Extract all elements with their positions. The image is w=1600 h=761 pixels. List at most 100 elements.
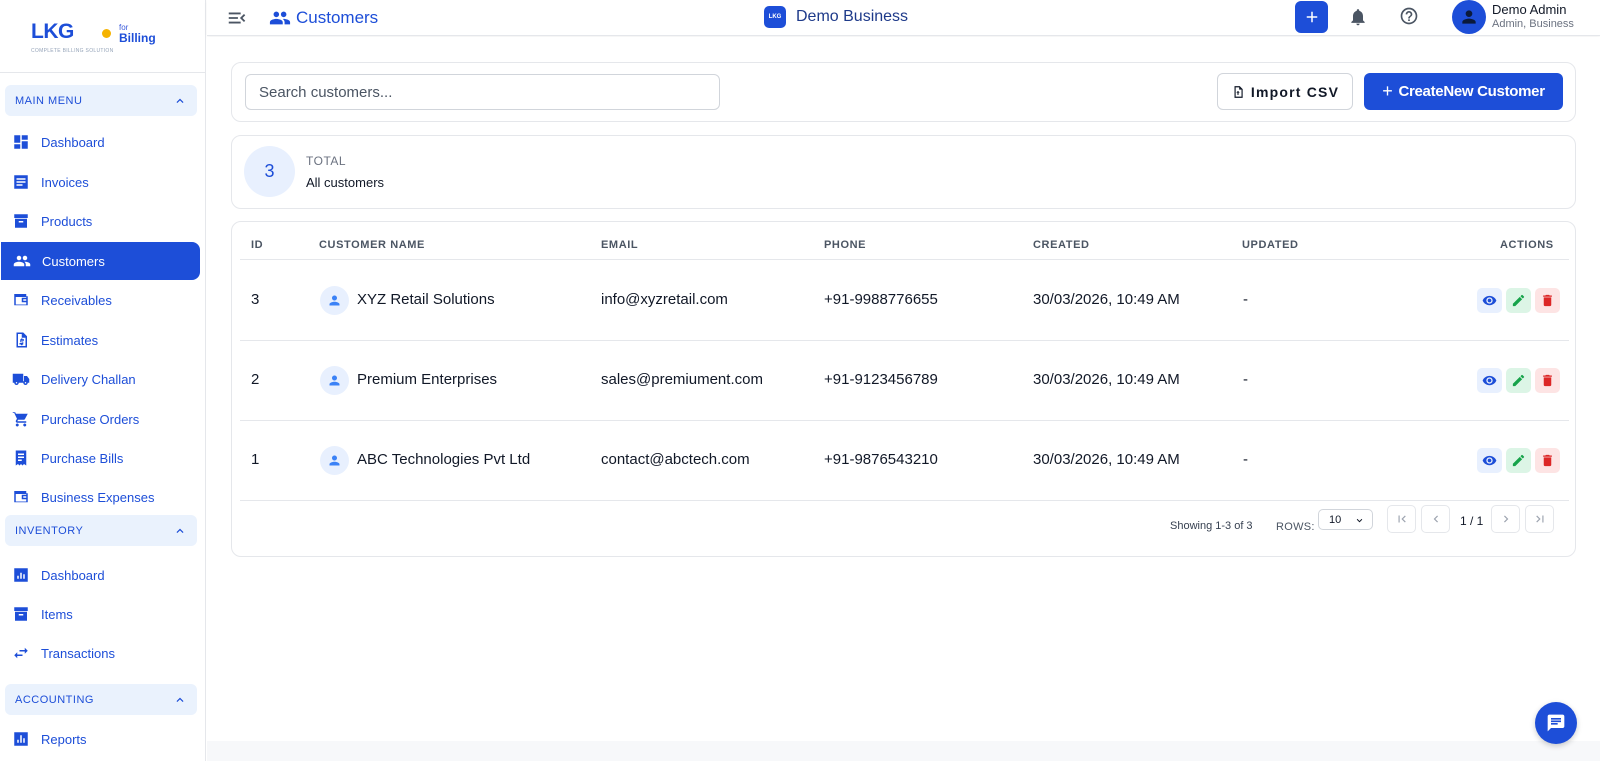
column-header-created[interactable]: CREATED <box>1033 239 1090 251</box>
sidebar-item-label: Transactions <box>41 645 115 661</box>
first-page-button[interactable] <box>1387 505 1416 533</box>
sidebar-item-label: Reports <box>41 731 87 747</box>
page-title: Customers <box>269 7 378 29</box>
sidebar-item-transactions[interactable]: Transactions <box>0 634 200 672</box>
person-icon <box>329 455 340 466</box>
bar-chart-icon <box>14 732 28 746</box>
cell-phone: +91-9123456789 <box>824 371 938 388</box>
brand-logo[interactable]: LKG for Billing COMPLETE BILLING SOLUTIO… <box>0 0 205 73</box>
person-icon <box>1462 10 1476 24</box>
import-csv-label: Import CSV <box>1250 83 1340 100</box>
wallet-icon <box>14 491 28 503</box>
chevron-right-icon <box>1503 515 1508 523</box>
customers-toolbar: Import CSV + CreateNew Customer <box>231 62 1576 122</box>
sidebar-item-customers[interactable]: Customers <box>1 242 200 280</box>
column-header-name[interactable]: CUSTOMER NAME <box>319 239 425 251</box>
cell-updated: - <box>1243 451 1248 468</box>
view-button[interactable] <box>1477 288 1502 313</box>
menu-toggle-icon[interactable] <box>226 7 248 29</box>
business-selector[interactable]: LKG Demo Business <box>764 6 908 28</box>
edit-button[interactable] <box>1506 368 1531 393</box>
edit-button[interactable] <box>1506 448 1531 473</box>
page-indicator: 1 / 1 <box>1460 514 1484 528</box>
chevron-left-icon <box>1433 515 1438 523</box>
section-main-menu[interactable]: MAIN MENU <box>5 85 197 116</box>
chat-button[interactable] <box>1535 702 1577 744</box>
sidebar-item-inventory-dashboard[interactable]: Dashboard <box>0 556 200 594</box>
table-row[interactable]: 3 XYZ Retail Solutions info@xyzretail.co… <box>240 260 1569 341</box>
page-title-text: Customers <box>296 8 379 27</box>
bell-icon[interactable] <box>1348 7 1368 27</box>
eye-icon <box>1482 455 1497 466</box>
section-title: MAIN MENU <box>15 94 83 107</box>
import-csv-button[interactable]: Import CSV <box>1217 73 1353 110</box>
section-accounting[interactable]: ACCOUNTING <box>5 684 197 715</box>
cell-id: 2 <box>251 371 260 388</box>
logo-text: LKG <box>31 20 74 43</box>
rows-per-page-select[interactable]: 10 <box>1318 509 1373 530</box>
sidebar-item-invoices[interactable]: Invoices <box>0 163 200 201</box>
sidebar-item-items[interactable]: Items <box>0 595 200 633</box>
delete-button[interactable] <box>1535 448 1560 473</box>
cell-customer-name: XYZ Retail Solutions <box>357 291 495 308</box>
logo-dot <box>102 29 111 38</box>
last-page-button[interactable] <box>1525 505 1554 533</box>
column-header-id[interactable]: ID <box>251 239 263 251</box>
create-customer-label: CreateNew Customer <box>1398 83 1545 100</box>
edit-button[interactable] <box>1506 288 1531 313</box>
swap-icon <box>14 647 28 659</box>
create-customer-button[interactable]: + CreateNew Customer <box>1364 73 1563 110</box>
truck-icon <box>12 373 30 385</box>
column-header-email[interactable]: EMAIL <box>601 239 638 251</box>
trash-icon <box>1543 374 1552 387</box>
sidebar-item-label: Business Expenses <box>41 489 155 505</box>
cell-customer-name: ABC Technologies Pvt Ltd <box>357 451 531 468</box>
user-name[interactable]: Demo Admin <box>1492 2 1566 17</box>
customer-avatar <box>320 446 349 475</box>
section-title: INVENTORY <box>15 524 84 537</box>
logo-billing-text: Billing <box>119 31 156 45</box>
quick-add-button[interactable] <box>1295 1 1328 33</box>
sidebar-item-label: Items <box>41 606 73 622</box>
previous-page-button[interactable] <box>1421 505 1450 533</box>
view-button[interactable] <box>1477 448 1502 473</box>
section-inventory[interactable]: INVENTORY <box>5 515 197 546</box>
delete-button[interactable] <box>1535 368 1560 393</box>
next-page-button[interactable] <box>1491 505 1520 533</box>
table-row[interactable]: 1 ABC Technologies Pvt Ltd contact@abcte… <box>240 420 1569 501</box>
customer-avatar <box>320 286 349 315</box>
sidebar-item-receivables[interactable]: Receivables <box>0 281 200 319</box>
person-icon <box>329 295 340 306</box>
rows-per-page-value: 10 <box>1329 513 1342 526</box>
sidebar-item-purchase-orders[interactable]: Purchase Orders <box>0 400 200 438</box>
table-row[interactable]: 2 Premium Enterprises sales@premiument.c… <box>240 340 1569 421</box>
sidebar-item-label: Estimates <box>41 332 99 348</box>
user-avatar[interactable] <box>1452 0 1486 34</box>
customer-avatar <box>320 366 349 395</box>
eye-icon <box>1482 375 1497 386</box>
sidebar-item-reports[interactable]: Reports <box>0 720 200 758</box>
sidebar-item-estimates[interactable]: Estimates <box>0 321 200 359</box>
search-input[interactable] <box>245 74 720 110</box>
logo-tagline: COMPLETE BILLING SOLUTION <box>31 48 114 54</box>
chevron-up-icon <box>176 528 184 533</box>
delete-button[interactable] <box>1535 288 1560 313</box>
top-bar: Customers LKG Demo Business Demo Admin A… <box>207 0 1600 36</box>
sidebar-item-products[interactable]: Products <box>0 202 200 240</box>
column-header-updated[interactable]: UPDATED <box>1242 239 1299 251</box>
help-icon[interactable] <box>1399 6 1419 26</box>
first-page-icon <box>1398 515 1406 523</box>
cell-id: 1 <box>251 451 260 468</box>
estimate-icon <box>16 332 27 348</box>
column-header-phone[interactable]: PHONE <box>824 239 866 251</box>
cell-phone: +91-9988776655 <box>824 291 938 308</box>
sidebar-item-label: Products <box>41 213 93 229</box>
sidebar-item-dashboard[interactable]: Dashboard <box>0 123 200 161</box>
cell-created: 30/03/2026, 10:49 AM <box>1033 291 1180 308</box>
cell-email: sales@premiument.com <box>601 371 763 388</box>
stat-label: TOTAL <box>306 154 347 168</box>
sidebar-item-delivery-challan[interactable]: Delivery Challan <box>0 360 200 398</box>
sidebar-item-purchase-bills[interactable]: Purchase Bills <box>0 439 200 477</box>
view-button[interactable] <box>1477 368 1502 393</box>
sidebar-item-business-expenses[interactable]: Business Expenses <box>0 478 200 516</box>
